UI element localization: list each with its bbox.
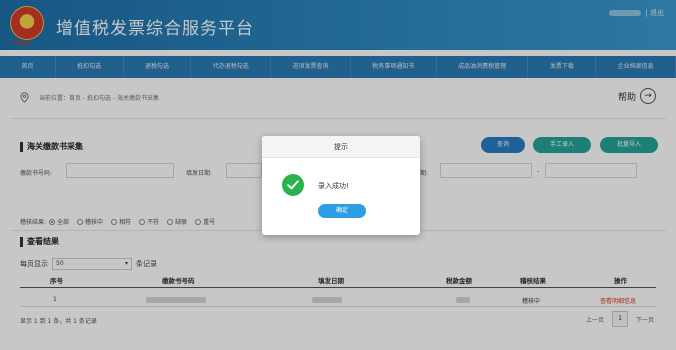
dialog-title: 提示 (262, 136, 420, 158)
dialog-message: 录入成功! (318, 182, 349, 190)
success-dialog: 提示 录入成功! 确定 (262, 136, 420, 235)
check-circle-icon (282, 174, 304, 196)
checkmark-icon (287, 180, 299, 190)
dialog-ok-button[interactable]: 确定 (318, 204, 366, 218)
